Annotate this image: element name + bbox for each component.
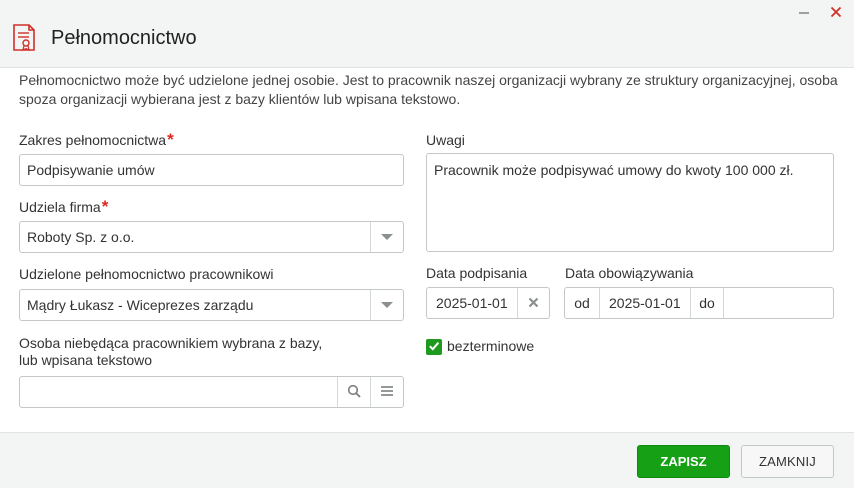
chevron-down-icon [381, 234, 393, 240]
validity-from-input[interactable]: 2025-01-01 [599, 288, 690, 318]
validity-to-input[interactable] [723, 288, 833, 318]
sign-date-input[interactable]: 2025-01-01 [426, 287, 550, 319]
minimize-button[interactable] [795, 4, 813, 22]
indefinite-label: bezterminowe [447, 338, 535, 354]
checkmark-icon [428, 339, 440, 355]
close-window-button[interactable] [827, 4, 845, 22]
validity-label: Data obowiązywania [565, 265, 694, 281]
validity-from-label: od [574, 295, 590, 311]
sign-date-label: Data podpisania [426, 265, 528, 281]
document-certificate-icon [12, 24, 36, 52]
company-dropdown-button[interactable] [370, 222, 403, 252]
required-mark: * [101, 197, 109, 216]
notes-textarea[interactable]: Pracownik może podpisywać umowy do kwoty… [426, 153, 834, 252]
list-button[interactable] [370, 377, 403, 407]
employee-dropdown-button[interactable] [370, 290, 403, 320]
validity-to-label: do [690, 288, 723, 318]
search-button[interactable] [337, 377, 370, 407]
chevron-down-icon [381, 302, 393, 308]
external-person-label: Osoba niebędąca pracownikiem wybrana z b… [19, 335, 323, 368]
scope-input[interactable]: Podpisywanie umów [19, 154, 404, 186]
intro-text: Pełnomocnictwo może być udzielone jednej… [19, 72, 838, 107]
employee-label: Udzielone pełnomocnictwo pracownikowi [19, 266, 274, 282]
dialog-title: Pełnomocnictwo [51, 27, 197, 49]
search-icon [347, 384, 361, 401]
company-select[interactable]: Roboty Sp. z o.o. [19, 221, 404, 253]
scope-label: Zakres pełnomocnictwa* [19, 130, 174, 149]
indefinite-checkbox[interactable] [426, 339, 442, 355]
close-button[interactable]: ZAMKNIJ [741, 445, 834, 478]
employee-select[interactable]: Mądry Łukasz - Wiceprezes zarządu [19, 289, 404, 321]
minimize-icon [798, 5, 810, 21]
close-icon [830, 5, 842, 21]
dialog-titlebar: Pełnomocnictwo [0, 0, 854, 68]
clear-date-button[interactable] [517, 288, 549, 318]
external-person-input[interactable] [19, 376, 404, 408]
validity-range: od 2025-01-01 do [564, 287, 834, 319]
list-icon [380, 384, 394, 400]
company-label: Udziela firma* [19, 197, 109, 216]
clear-icon [528, 295, 539, 311]
required-mark: * [167, 130, 174, 149]
save-button[interactable]: ZAPISZ [637, 445, 730, 478]
notes-label: Uwagi [426, 132, 465, 148]
